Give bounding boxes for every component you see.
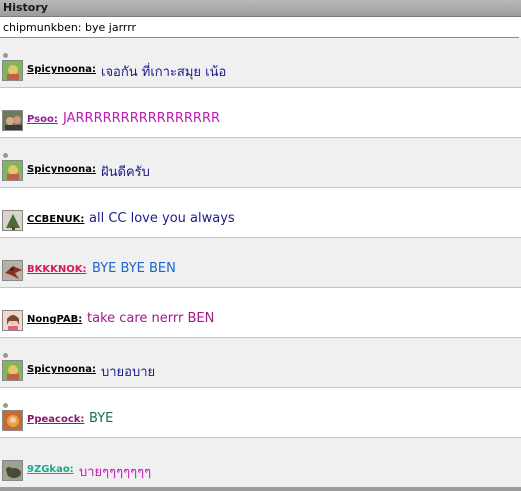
- username-link[interactable]: Ppeacock:: [27, 414, 84, 425]
- username-link[interactable]: 9ZGkao:: [27, 464, 74, 475]
- peacock-avatar-icon[interactable]: [2, 410, 23, 431]
- status-dot-icon: [3, 403, 8, 408]
- message-text: JARRRRRRRRRRRRRRRR: [63, 111, 221, 126]
- message-text: BYE BYE BEN: [92, 261, 176, 276]
- message-text: บายอบาย: [101, 365, 156, 380]
- username-link[interactable]: NongPAB:: [27, 314, 82, 325]
- status-dot-icon: [3, 153, 8, 158]
- current-message-line: chipmunkben: bye jarrrr: [0, 17, 519, 38]
- username-link[interactable]: CCBENUK:: [27, 214, 84, 225]
- username-link[interactable]: Psoo:: [27, 114, 58, 125]
- current-message-text: chipmunkben: bye jarrrr: [3, 21, 137, 34]
- history-header: History: [0, 0, 521, 17]
- message-text: all CC love you always: [89, 211, 235, 226]
- bottom-bar: [0, 487, 521, 491]
- girl-avatar-icon[interactable]: [2, 310, 23, 331]
- message-row: 9ZGkao: บายๆๆๆๆๆๆๆ: [0, 438, 521, 488]
- message-text: take care nerrr BEN: [87, 311, 215, 326]
- status-dot-icon: [3, 353, 8, 358]
- username-link[interactable]: Spicynoona:: [27, 64, 96, 75]
- username-link[interactable]: Spicynoona:: [27, 164, 96, 175]
- photo-avatar-icon[interactable]: [2, 110, 23, 131]
- message-row: Ppeacock: BYE: [0, 388, 521, 438]
- history-title: History: [3, 1, 48, 14]
- green-avatar-icon[interactable]: [2, 160, 23, 181]
- green-avatar-icon[interactable]: [2, 360, 23, 381]
- username-link[interactable]: BKKKNOK:: [27, 264, 87, 275]
- message-list: Spicynoona: เจอกัน ที่เกาะสมุย เน้อ Psoo…: [0, 38, 521, 488]
- message-row: BKKKNOK: BYE BYE BEN: [0, 238, 521, 288]
- message-text: บายๆๆๆๆๆๆๆ: [79, 465, 152, 480]
- message-row: Spicynoona: เจอกัน ที่เกาะสมุย เน้อ: [0, 38, 521, 88]
- message-text: ฝันดีครับ: [101, 165, 150, 180]
- message-row: Psoo: JARRRRRRRRRRRRRRRR: [0, 88, 521, 138]
- message-row: Spicynoona: ฝันดีครับ: [0, 138, 521, 188]
- tree-avatar-icon[interactable]: [2, 210, 23, 231]
- username-link[interactable]: Spicynoona:: [27, 364, 96, 375]
- bird-avatar-icon[interactable]: [2, 260, 23, 281]
- message-text: เจอกัน ที่เกาะสมุย เน้อ: [101, 65, 227, 80]
- status-dot-icon: [3, 53, 8, 58]
- message-row: CCBENUK: all CC love you always: [0, 188, 521, 238]
- green-avatar-icon[interactable]: [2, 60, 23, 81]
- message-row: NongPAB: take care nerrr BEN: [0, 288, 521, 338]
- cat-avatar-icon[interactable]: [2, 460, 23, 481]
- message-row: Spicynoona: บายอบาย: [0, 338, 521, 388]
- message-text: BYE: [89, 411, 114, 426]
